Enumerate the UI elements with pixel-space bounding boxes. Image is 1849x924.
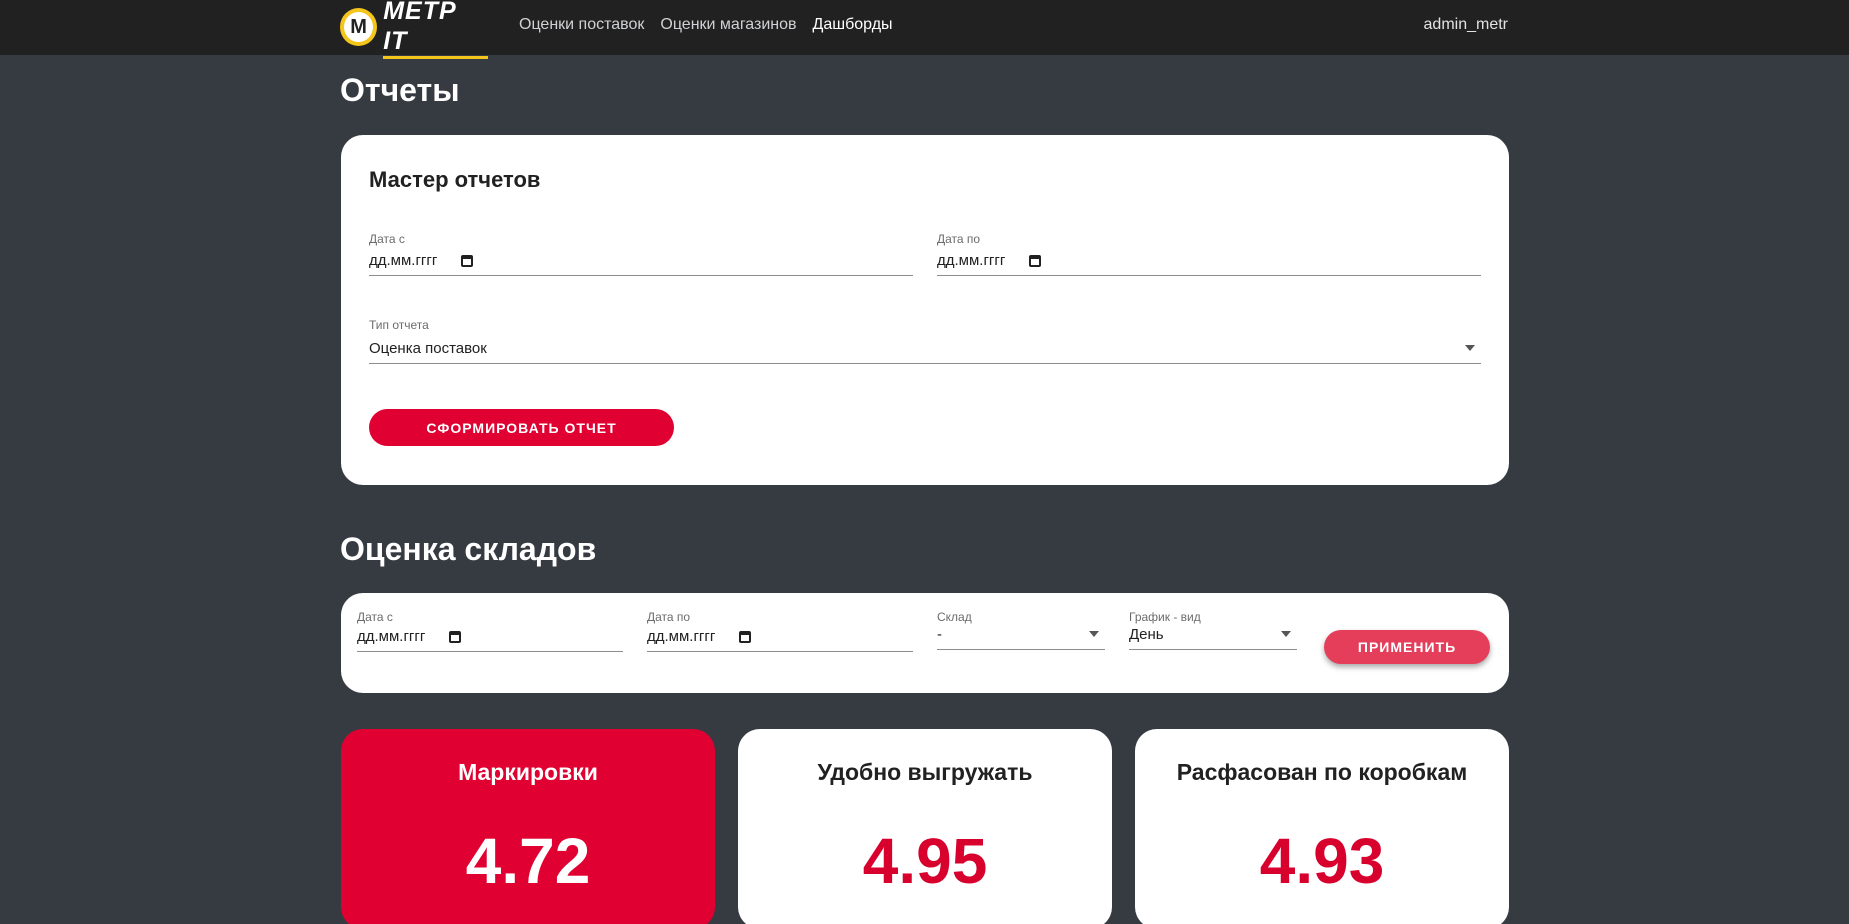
nav-item-dashboards[interactable]: Дашборды [813,16,893,34]
warehouse-date-to-field[interactable]: Дата по дд.мм.гггг [647,610,913,652]
metric-value: 4.95 [862,825,988,897]
chevron-down-icon [1465,345,1475,351]
generate-report-button[interactable]: СФОРМИРОВАТЬ ОТЧЕТ [369,409,674,446]
user-menu[interactable]: admin_metr [1424,16,1508,34]
apply-button[interactable]: ПРИМЕНИТЬ [1324,630,1490,664]
report-master-card: Мастер отчетов Дата с дд.мм.гггг Дата по… [341,135,1509,485]
calendar-icon[interactable] [1029,254,1042,267]
metric-card-easy-unload: Удобно выгружать 4.95 [738,729,1112,924]
calendar-icon[interactable] [739,630,752,643]
warehouse-date-to-value: дд.мм.гггг [647,628,716,645]
chevron-down-icon [1281,631,1291,637]
warehouse-date-from-field[interactable]: Дата с дд.мм.гггг [357,610,623,652]
report-date-to-field[interactable]: Дата по дд.мм.гггг [937,232,1481,276]
metric-value: 4.72 [465,825,591,897]
main-nav: Оценки поставок Оценки магазинов Дашборд… [519,16,893,34]
chart-view-value: День [1129,626,1164,643]
nav-item-supply-ratings[interactable]: Оценки поставок [519,16,644,34]
logo[interactable]: M МЕТР IT [340,0,488,59]
warehouse-filter-card: Дата с дд.мм.гггг Дата по дд.мм.гггг Скл… [341,593,1509,693]
report-date-from-value: дд.мм.гггг [369,252,438,269]
warehouse-date-from-label: Дата с [357,610,393,624]
metric-title: Расфасован по коробкам [1176,759,1468,785]
report-date-from-field[interactable]: Дата с дд.мм.гггг [369,232,913,276]
report-type-label: Тип отчета [369,318,429,332]
chevron-down-icon [1089,631,1099,637]
report-type-value: Оценка поставок [369,340,487,357]
warehouse-select-value: - [937,626,942,643]
report-date-to-value: дд.мм.гггг [937,252,1006,269]
reports-heading: Отчеты [340,72,460,108]
calendar-icon[interactable] [461,254,474,267]
logo-m-icon: M [340,8,378,46]
metric-value: 4.93 [1259,825,1385,897]
warehouse-select-label: Склад [937,610,972,624]
warehouse-date-from-value: дд.мм.гггг [357,628,426,645]
metric-title: Маркировки [458,759,598,785]
nav-item-store-ratings[interactable]: Оценки магазинов [660,16,796,34]
warehouse-select[interactable]: Склад - [937,610,1105,650]
warehouse-date-to-label: Дата по [647,610,691,624]
report-type-select[interactable]: Тип отчета Оценка поставок [369,318,1481,364]
warehouses-heading: Оценка складов [340,531,597,567]
report-date-to-label: Дата по [937,232,981,246]
top-navbar: M МЕТР IT Оценки поставок Оценки магазин… [0,0,1849,59]
calendar-icon[interactable] [449,630,462,643]
chart-view-label: График - вид [1129,610,1201,624]
metric-card-boxed: Расфасован по коробкам 4.93 [1135,729,1509,924]
metric-title: Удобно выгружать [817,759,1033,785]
logo-text: МЕТР IT [383,0,488,59]
report-master-title: Мастер отчетов [369,167,541,192]
report-date-from-label: Дата с [369,232,405,246]
chart-view-select[interactable]: График - вид День [1129,610,1297,650]
metric-card-markings: Маркировки 4.72 [341,729,715,924]
